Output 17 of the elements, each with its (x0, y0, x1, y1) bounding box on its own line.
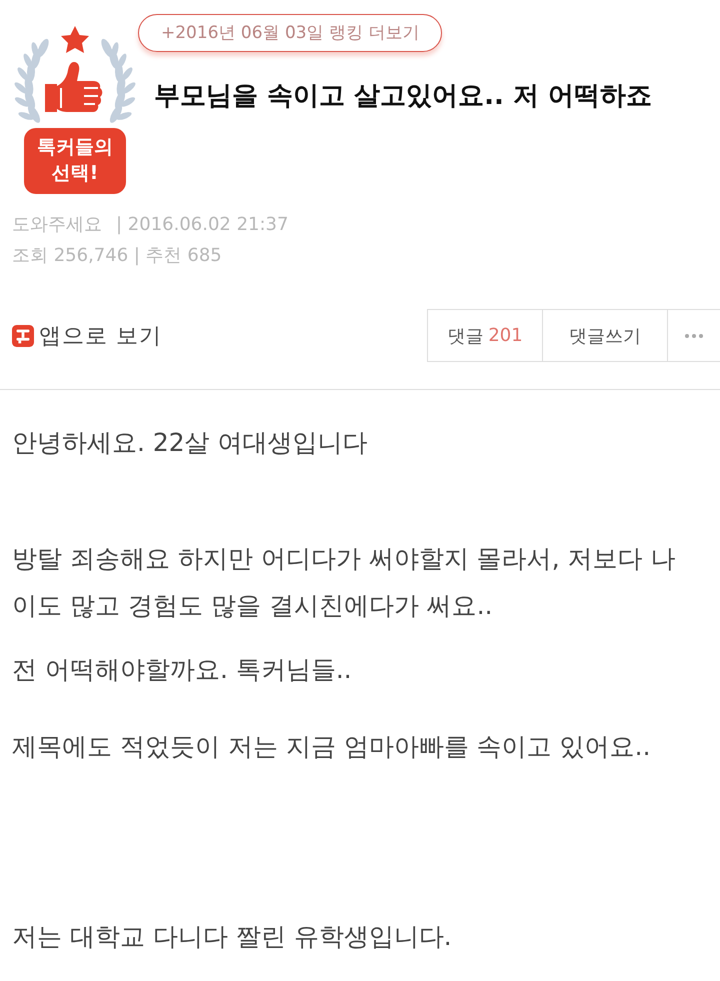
more-button[interactable] (668, 309, 720, 362)
post-stats: 조회 256,746 | 추천 685 (12, 244, 222, 268)
thumbs-up-icon (45, 62, 102, 112)
body-paragraph: 저는 대학교 다니다 짤린 유학생입니다. (12, 921, 453, 953)
choice-badge: 톡커들의 선택! (24, 128, 126, 194)
app-logo-icon (12, 324, 34, 346)
comments-button[interactable]: 댓글 201 (427, 309, 543, 362)
body-paragraph: 제목에도 적었듯이 저는 지금 엄마아빠를 속이고 있어요.. (12, 731, 652, 763)
body-paragraph: 전 어떡해야할까요. 톡커님들.. (12, 654, 353, 686)
app-view-link[interactable]: 앱으로 보기 (39, 320, 162, 350)
write-comment-button[interactable]: 댓글쓰기 (543, 309, 668, 362)
body-paragraph: 방탈 죄송해요 하지만 어디다가 써야할지 몰라서, 저보다 나이도 많고 경험도 많을 결시친에다가 써요.. (12, 543, 677, 622)
more-icon (685, 334, 703, 338)
post-datetime: | 2016.06.02 21:37 (116, 213, 288, 237)
star-icon (61, 26, 89, 53)
body-paragraph: 안녕하세요. 22살 여대생입니다 (12, 427, 369, 459)
post-title: 부모님을 속이고 살고있어요.. 저 어떡하죠 (154, 80, 652, 113)
